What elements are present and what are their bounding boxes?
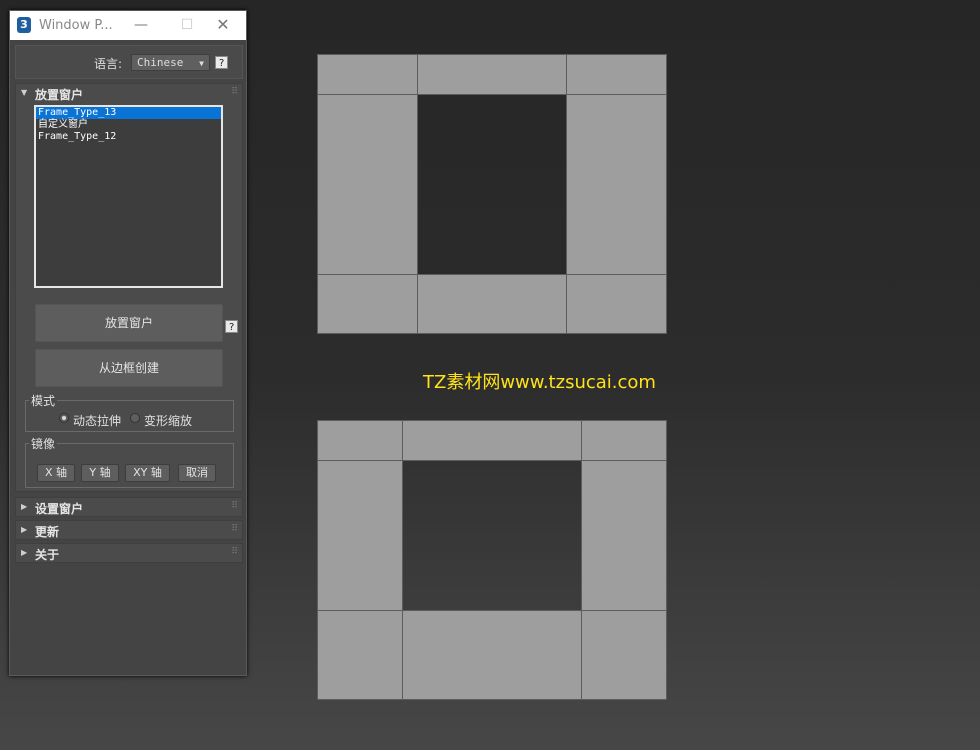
list-item[interactable]: Frame_Type_12 bbox=[36, 131, 221, 143]
rollout-title: 设置窗户 bbox=[35, 502, 84, 516]
grip-icon: ⠿ bbox=[231, 547, 238, 557]
frame-cell bbox=[581, 610, 667, 700]
frame-cell bbox=[581, 420, 667, 461]
mode-group: 模式 动态拉伸 变形缩放 bbox=[25, 392, 234, 432]
expand-arrow-icon: ▶ bbox=[21, 502, 28, 511]
tool-window: 3 Window P... — ☐ ✕ 语言: Chinese ▼ ? ▼ 放置… bbox=[9, 10, 247, 676]
language-label: 语言: bbox=[94, 57, 123, 71]
grip-icon: ⠿ bbox=[231, 87, 238, 97]
frame-cell bbox=[417, 274, 567, 334]
language-value: Chinese bbox=[137, 56, 184, 69]
frame-cell bbox=[566, 54, 667, 95]
frame-cell bbox=[317, 420, 403, 461]
radio-icon bbox=[130, 413, 140, 423]
rollout-title: 关于 bbox=[35, 548, 60, 562]
title-bar[interactable]: 3 Window P... — ☐ ✕ bbox=[10, 11, 246, 40]
rollout-title: 更新 bbox=[35, 525, 60, 539]
frame-cell bbox=[566, 94, 667, 275]
radio-label: 变形缩放 bbox=[144, 414, 193, 428]
rollout-header[interactable]: ▼ 放置窗户 ⠿ bbox=[16, 84, 242, 103]
rollout-title: 放置窗户 bbox=[35, 88, 84, 102]
rollout-settings[interactable]: ▶ 设置窗户 ⠿ bbox=[15, 497, 243, 517]
language-help-button[interactable]: ? bbox=[215, 56, 228, 69]
frame-cell bbox=[402, 610, 582, 700]
frame-cell bbox=[417, 54, 567, 95]
rollout-header[interactable]: ▶ 设置窗户 ⠿ bbox=[16, 498, 242, 517]
mirror-xy-button[interactable]: XY 轴 bbox=[125, 464, 170, 482]
frame-type-list[interactable]: Frame_Type_13 自定义窗户 Frame_Type_12 bbox=[34, 105, 223, 288]
window-title: Window P... bbox=[39, 18, 113, 33]
create-from-frame-button[interactable]: 从边框创建 bbox=[35, 349, 223, 387]
language-panel: 语言: Chinese ▼ ? bbox=[15, 45, 243, 79]
expand-arrow-icon: ▶ bbox=[21, 548, 28, 557]
mode-label: 模式 bbox=[29, 392, 58, 409]
radio-label: 动态拉伸 bbox=[73, 414, 122, 428]
list-item[interactable]: 自定义窗户 bbox=[36, 119, 221, 131]
rollout-place-window: ▼ 放置窗户 ⠿ Frame_Type_13 自定义窗户 Frame_Type_… bbox=[15, 83, 243, 492]
collapse-arrow-icon: ▼ bbox=[21, 88, 28, 97]
frame-cell bbox=[317, 460, 403, 611]
language-dropdown[interactable]: Chinese ▼ bbox=[131, 54, 210, 71]
mirror-cancel-button[interactable]: 取消 bbox=[178, 464, 216, 482]
watermark-text: TZ素材网www.tzsucai.com bbox=[423, 372, 656, 393]
frame-cell bbox=[402, 420, 582, 461]
rollout-header[interactable]: ▶ 更新 ⠿ bbox=[16, 521, 242, 540]
minimize-button[interactable]: — bbox=[118, 11, 164, 40]
mirror-y-button[interactable]: Y 轴 bbox=[81, 464, 119, 482]
place-help-button[interactable]: ? bbox=[225, 320, 238, 333]
frame-cell bbox=[317, 610, 403, 700]
close-button[interactable]: ✕ bbox=[200, 11, 246, 40]
mirror-label: 镜像 bbox=[29, 435, 58, 452]
frame-cell bbox=[317, 94, 418, 275]
grip-icon: ⠿ bbox=[231, 524, 238, 534]
radio-icon bbox=[59, 413, 69, 423]
app-icon: 3 bbox=[17, 17, 31, 33]
mirror-x-button[interactable]: X 轴 bbox=[37, 464, 75, 482]
list-item[interactable]: Frame_Type_13 bbox=[36, 107, 221, 119]
rollout-update[interactable]: ▶ 更新 ⠿ bbox=[15, 520, 243, 540]
rollout-header[interactable]: ▶ 关于 ⠿ bbox=[16, 544, 242, 563]
rollout-about[interactable]: ▶ 关于 ⠿ bbox=[15, 543, 243, 563]
dropdown-arrow-icon: ▼ bbox=[199, 59, 204, 68]
expand-arrow-icon: ▶ bbox=[21, 525, 28, 534]
frame-cell bbox=[317, 274, 418, 334]
mirror-group: 镜像 X 轴 Y 轴 XY 轴 取消 bbox=[25, 435, 234, 488]
frame-cell bbox=[581, 460, 667, 611]
place-window-button[interactable]: 放置窗户 bbox=[35, 304, 223, 342]
grip-icon: ⠿ bbox=[231, 501, 238, 511]
frame-cell bbox=[317, 54, 418, 95]
frame-cell bbox=[566, 274, 667, 334]
